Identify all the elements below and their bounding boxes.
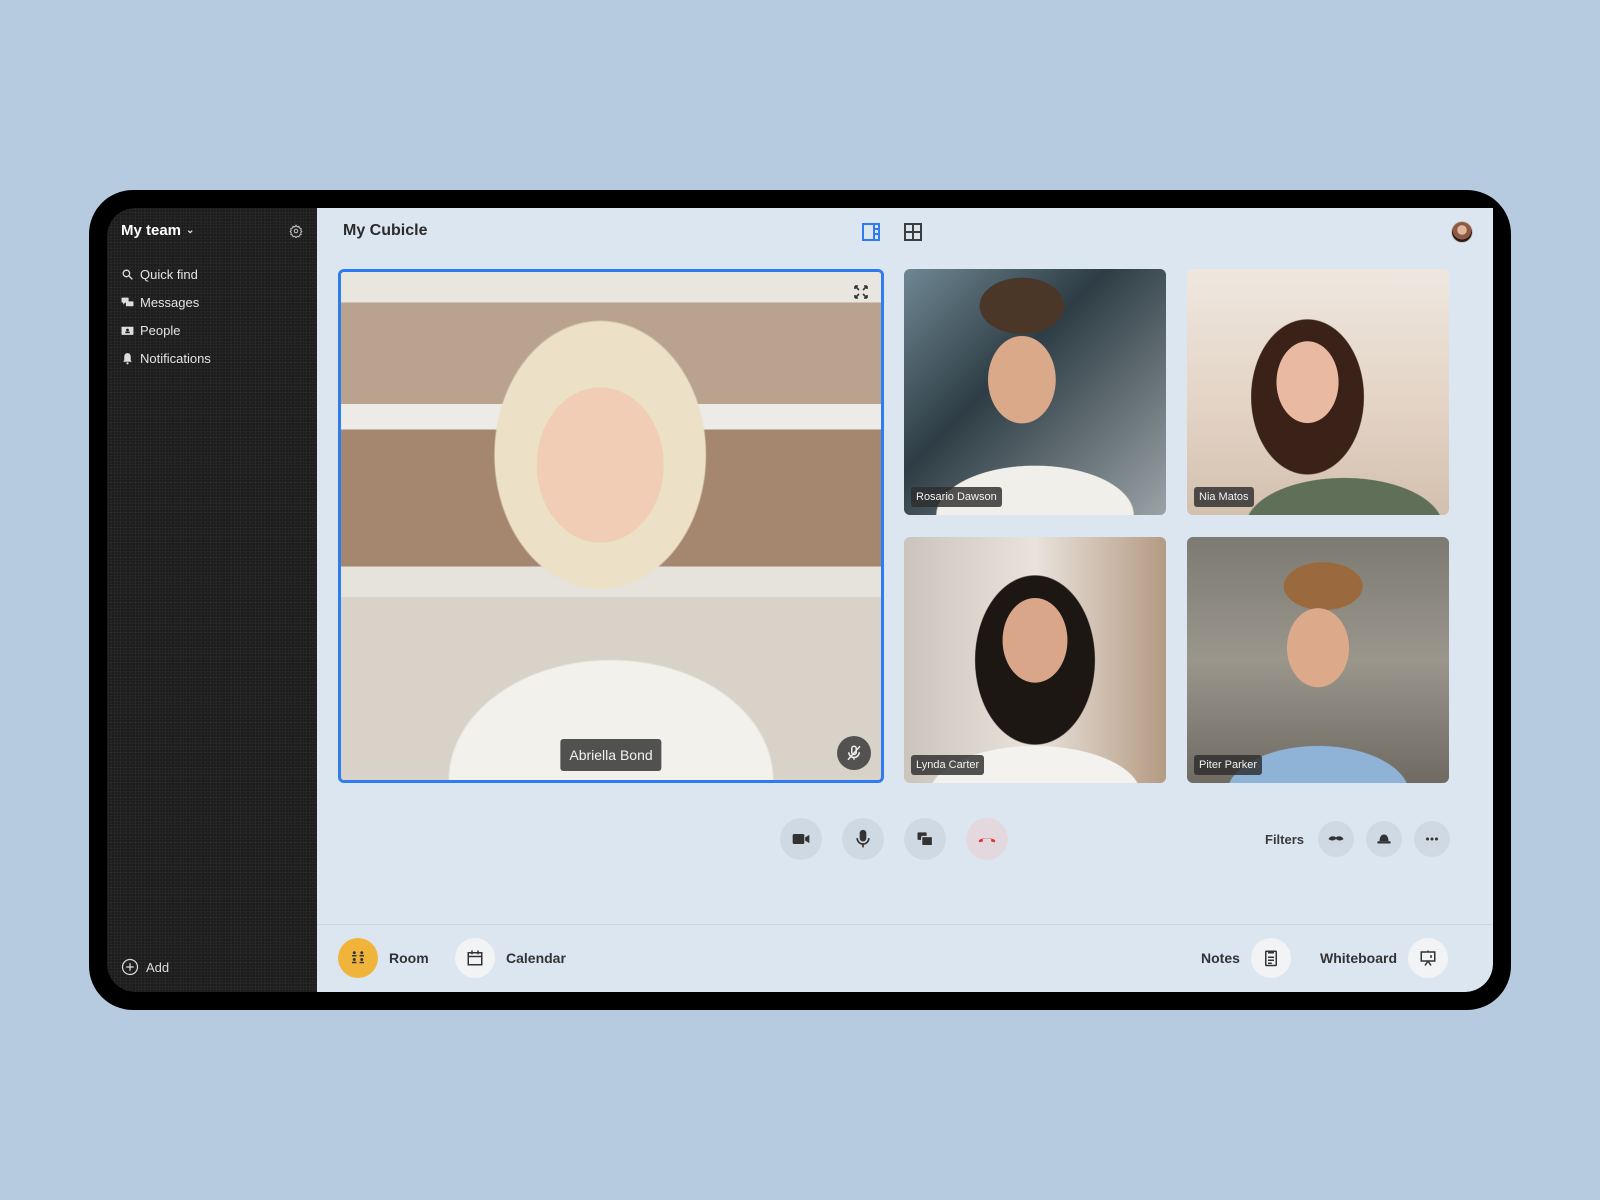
whiteboard-button[interactable]: Whiteboard xyxy=(1320,938,1448,978)
room-button[interactable]: Room xyxy=(338,938,429,978)
room-label: Room xyxy=(389,950,429,966)
whiteboard-label: Whiteboard xyxy=(1320,950,1397,966)
team-name: My team xyxy=(121,222,182,239)
featured-video-tile[interactable]: Abriella Bond xyxy=(338,269,884,783)
hat-icon xyxy=(1377,834,1391,844)
add-label: Add xyxy=(146,959,170,975)
sidebar-item-label: People xyxy=(140,322,181,338)
room-icon-circle xyxy=(338,938,378,978)
sidebar-item-people[interactable]: People xyxy=(121,316,211,344)
calendar-button[interactable]: Calendar xyxy=(455,938,566,978)
notes-icon-circle xyxy=(1250,938,1291,978)
team-switcher[interactable]: My team ⌄ xyxy=(121,222,194,239)
screen-share-icon xyxy=(917,832,934,847)
notes-button[interactable]: Notes xyxy=(1201,938,1291,978)
participant-name-tag: Abriella Bond xyxy=(560,739,662,771)
participant-video xyxy=(341,272,881,780)
search-icon xyxy=(122,269,133,280)
participant-name-tag: Rosario Dawson xyxy=(911,487,1002,507)
gear-icon[interactable] xyxy=(289,223,303,238)
sidebar-layout-icon[interactable] xyxy=(861,222,881,242)
sidebar: My team ⌄ Quick find Messages People Not… xyxy=(107,208,317,992)
app-screen: My team ⌄ Quick find Messages People Not… xyxy=(107,208,1493,992)
participant-name-tag: Lynda Carter xyxy=(911,755,985,775)
camera-button[interactable] xyxy=(780,818,822,860)
participant-tile[interactable]: Nia Matos xyxy=(1187,269,1449,515)
sidebar-item-label: Messages xyxy=(140,294,200,310)
calendar-icon xyxy=(467,950,483,966)
user-avatar[interactable] xyxy=(1451,221,1473,243)
chat-icon xyxy=(121,297,134,306)
sidebar-item-label: Notifications xyxy=(140,350,211,366)
plus-circle-icon xyxy=(121,958,139,976)
muted-indicator xyxy=(837,736,871,770)
people-group-icon xyxy=(352,951,364,964)
participant-video xyxy=(904,537,1166,783)
end-call-button[interactable] xyxy=(966,818,1008,860)
sidebar-item-messages[interactable]: Messages xyxy=(121,288,211,316)
microphone-icon xyxy=(856,829,870,848)
hang-up-icon xyxy=(978,838,996,843)
video-camera-icon xyxy=(792,834,810,844)
whiteboard-icon-circle xyxy=(1408,938,1448,978)
notes-icon xyxy=(1264,950,1277,967)
hat-filter-button[interactable] xyxy=(1366,821,1402,857)
bottom-bar: Room Calendar Notes Whiteboard xyxy=(317,924,1493,992)
sidebar-item-notifications[interactable]: Notifications xyxy=(121,344,211,372)
participant-name-tag: Nia Matos xyxy=(1194,487,1254,507)
page-title: My Cubicle xyxy=(343,222,428,239)
mustache-filter-button[interactable] xyxy=(1318,821,1354,857)
chevron-down-icon: ⌄ xyxy=(186,225,195,236)
more-horizontal-icon xyxy=(1426,837,1438,841)
add-button[interactable]: Add xyxy=(121,958,169,976)
mic-off-icon xyxy=(847,745,861,761)
participant-name-tag: Piter Parker xyxy=(1194,755,1263,775)
more-options-button[interactable] xyxy=(1414,821,1450,857)
sidebar-item-label: Quick find xyxy=(140,266,198,282)
microphone-button[interactable] xyxy=(842,818,884,860)
participant-video xyxy=(1187,269,1449,515)
bell-icon xyxy=(123,352,132,364)
participant-tile[interactable]: Rosario Dawson xyxy=(904,269,1166,515)
screen-share-button[interactable] xyxy=(904,818,946,860)
expand-icon[interactable] xyxy=(853,284,869,300)
calendar-icon-circle xyxy=(455,938,495,978)
mustache-icon xyxy=(1328,836,1344,841)
notes-label: Notes xyxy=(1201,950,1240,966)
calendar-label: Calendar xyxy=(506,950,566,966)
team-header: My team ⌄ xyxy=(121,222,303,239)
participant-tile[interactable]: Lynda Carter xyxy=(904,537,1166,783)
device-frame: My team ⌄ Quick find Messages People Not… xyxy=(89,190,1511,1010)
participant-video xyxy=(904,269,1166,515)
grid-layout-icon[interactable] xyxy=(903,222,923,242)
sidebar-item-quick-find[interactable]: Quick find xyxy=(121,260,211,288)
presentation-board-icon xyxy=(1420,950,1436,966)
filters-label: Filters xyxy=(1265,832,1305,847)
people-card-icon xyxy=(121,326,134,335)
main-area: My Cubicle Abriella Bond Rosario Dawson … xyxy=(317,208,1493,992)
sidebar-nav: Quick find Messages People Notifications xyxy=(121,260,211,372)
participant-tile[interactable]: Piter Parker xyxy=(1187,537,1449,783)
participant-video xyxy=(1187,537,1449,783)
